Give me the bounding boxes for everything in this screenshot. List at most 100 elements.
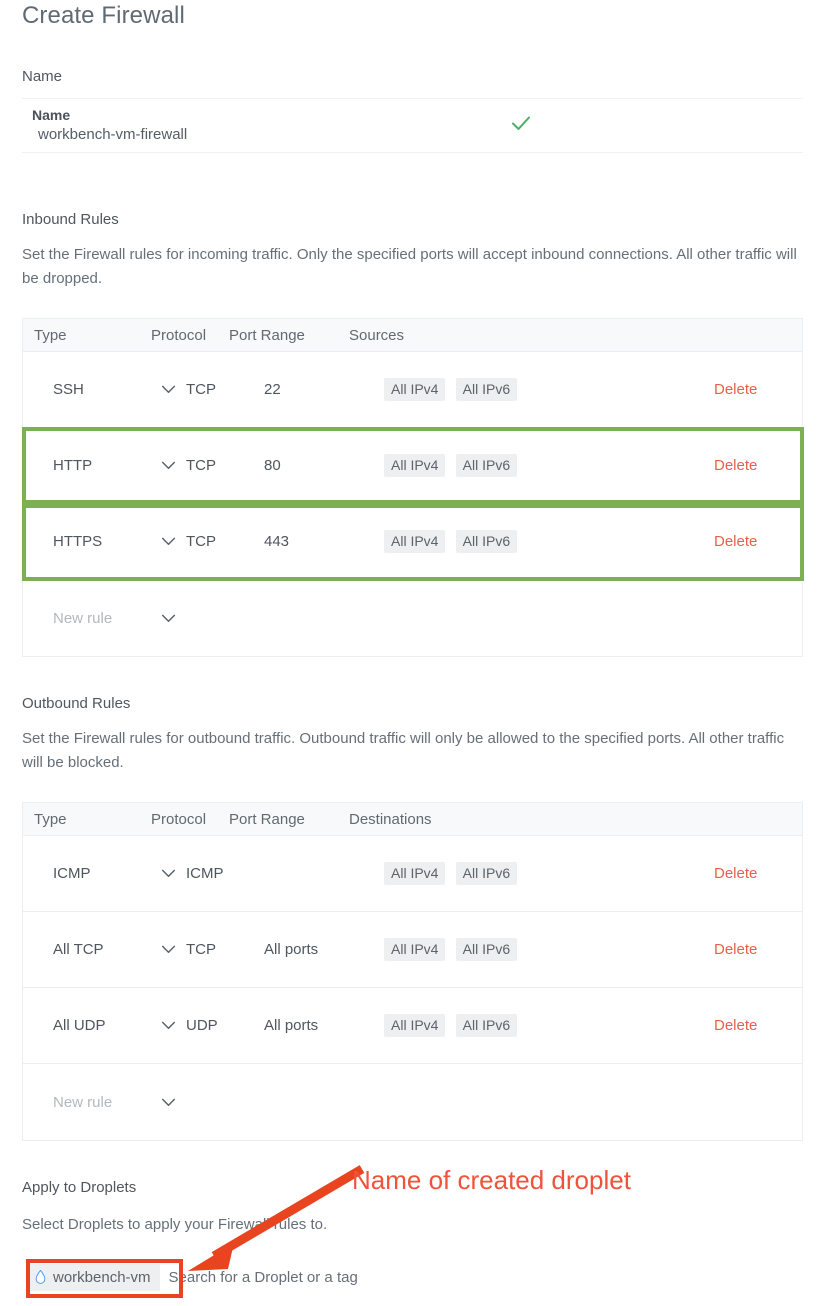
rule-type[interactable]: HTTP (23, 457, 151, 474)
new-rule-label: New rule (53, 609, 113, 627)
source-tag[interactable]: All IPv6 (455, 530, 518, 553)
inbound-rules-table: Type Protocol Port Range Sources SSH TCP… (22, 318, 803, 657)
check-icon (512, 116, 530, 130)
rule-port-range[interactable]: All ports (264, 1017, 384, 1034)
rule-type-dropdown[interactable] (151, 869, 186, 878)
chevron-down-icon (161, 945, 176, 953)
table-row: All UDP UDP All ports All IPv4 All IPv6 … (23, 988, 802, 1064)
droplet-search-placeholder[interactable]: Search for a Droplet or a tag (169, 1269, 358, 1286)
destination-tag[interactable]: All IPv6 (455, 1014, 518, 1037)
rule-sources[interactable]: All IPv4 All IPv6 (384, 454, 714, 477)
source-tag[interactable]: All IPv4 (384, 530, 446, 553)
rule-type[interactable]: All TCP (23, 941, 151, 958)
new-rule-row[interactable]: New rule (23, 1064, 802, 1140)
destination-tag[interactable]: All IPv4 (384, 938, 446, 961)
destination-tag[interactable]: All IPv4 (384, 862, 446, 885)
chevron-down-icon (161, 385, 176, 393)
table-row: SSH TCP 22 All IPv4 All IPv6 Delete (23, 352, 802, 428)
delete-rule-label[interactable]: Delete (714, 941, 757, 958)
rule-protocol: TCP (186, 533, 216, 550)
chevron-down-icon (161, 461, 176, 469)
table-row: ICMP ICMP All IPv4 All IPv6 Delete (23, 836, 802, 912)
outbound-rules-title: Outbound Rules (22, 695, 131, 712)
outbound-rules-table: Type Protocol Port Range Destinations IC… (22, 802, 803, 1141)
source-tag[interactable]: All IPv6 (455, 378, 518, 401)
rule-type[interactable]: HTTPS (23, 533, 151, 550)
rule-destinations[interactable]: All IPv4 All IPv6 (384, 938, 714, 961)
apply-to-droplets-title: Apply to Droplets (22, 1179, 137, 1196)
column-header-port-range: Port Range (229, 326, 305, 344)
chevron-down-icon (161, 614, 176, 622)
column-header-sources: Sources (349, 326, 405, 344)
destination-tag[interactable]: All IPv4 (384, 1014, 446, 1037)
delete-rule-button[interactable]: Delete (714, 865, 802, 882)
rule-port-range[interactable]: 22 (264, 381, 384, 398)
delete-rule-button[interactable]: Delete (714, 1017, 802, 1034)
new-rule-row[interactable]: New rule (23, 580, 802, 656)
firewall-name-field-label: Name (32, 107, 71, 123)
delete-rule-label[interactable]: Delete (714, 533, 757, 550)
name-section-label: Name (22, 68, 63, 85)
rule-protocol: TCP (186, 381, 216, 398)
destination-tag[interactable]: All IPv6 (455, 938, 518, 961)
rule-protocol: UDP (186, 1017, 218, 1034)
table-header-row: Type Protocol Port Range Sources (23, 319, 802, 352)
new-rule-label: New rule (53, 1093, 113, 1111)
table-row: All TCP TCP All ports All IPv4 All IPv6 … (23, 912, 802, 988)
rule-port-range[interactable]: 80 (264, 457, 384, 474)
apply-to-droplets-description: Select Droplets to apply your Firewall r… (22, 1216, 328, 1233)
droplet-chip-label: workbench-vm (53, 1268, 151, 1286)
chevron-down-icon (161, 869, 176, 877)
inbound-rules-description: Set the Firewall rules for incoming traf… (22, 246, 797, 287)
delete-rule-label[interactable]: Delete (714, 381, 757, 398)
rule-type-dropdown[interactable] (151, 537, 186, 546)
column-header-port-range: Port Range (229, 810, 305, 828)
droplet-search-field[interactable]: workbench-vm Search for a Droplet or a t… (28, 1262, 358, 1292)
rule-type-dropdown[interactable] (151, 1021, 186, 1030)
source-tag[interactable]: All IPv4 (384, 454, 446, 477)
delete-rule-button[interactable]: Delete (714, 457, 802, 474)
rule-type-dropdown[interactable] (151, 945, 186, 954)
new-rule-dropdown[interactable] (151, 1098, 186, 1107)
table-row: HTTPS TCP 443 All IPv4 All IPv6 Delete (23, 504, 802, 580)
rule-type[interactable]: ICMP (23, 865, 151, 882)
delete-rule-label[interactable]: Delete (714, 865, 757, 882)
rule-type[interactable]: SSH (23, 381, 151, 398)
rule-port-range[interactable]: 443 (264, 533, 384, 550)
inbound-rules-title: Inbound Rules (22, 211, 119, 228)
rule-sources[interactable]: All IPv4 All IPv6 (384, 378, 714, 401)
column-header-type: Type (34, 810, 67, 828)
delete-rule-button[interactable]: Delete (714, 381, 802, 398)
create-firewall-page: Create Firewall Name Name workbench-vm-f… (0, 0, 830, 1306)
rule-type-dropdown[interactable] (151, 461, 186, 470)
outbound-rules-description: Set the Firewall rules for outbound traf… (22, 730, 785, 771)
delete-rule-label[interactable]: Delete (714, 457, 757, 474)
droplet-chip[interactable]: workbench-vm (28, 1263, 160, 1291)
firewall-name-field[interactable]: Name workbench-vm-firewall (22, 98, 803, 153)
rule-destinations[interactable]: All IPv4 All IPv6 (384, 862, 714, 885)
rule-protocol: TCP (186, 941, 216, 958)
table-header-row: Type Protocol Port Range Destinations (23, 803, 802, 836)
chevron-down-icon (161, 1021, 176, 1029)
annotation-text: Name of created droplet (352, 1165, 631, 1195)
rule-type-dropdown[interactable] (151, 385, 186, 394)
rule-sources[interactable]: All IPv4 All IPv6 (384, 530, 714, 553)
source-tag[interactable]: All IPv4 (384, 378, 446, 401)
rule-port-range[interactable]: All ports (264, 941, 384, 958)
destination-tag[interactable]: All IPv6 (455, 862, 518, 885)
table-row: HTTP TCP 80 All IPv4 All IPv6 Delete (23, 428, 802, 504)
rule-protocol: ICMP (186, 865, 224, 882)
firewall-name-input[interactable]: workbench-vm-firewall (38, 126, 187, 143)
rule-type[interactable]: All UDP (23, 1017, 151, 1034)
delete-rule-button[interactable]: Delete (714, 533, 802, 550)
delete-rule-label[interactable]: Delete (714, 1017, 757, 1034)
column-header-protocol: Protocol (151, 326, 207, 344)
new-rule-dropdown[interactable] (151, 614, 186, 623)
rule-destinations[interactable]: All IPv4 All IPv6 (384, 1014, 714, 1037)
column-header-destinations: Destinations (349, 810, 432, 828)
rule-protocol: TCP (186, 457, 216, 474)
column-header-protocol: Protocol (151, 810, 207, 828)
page-title: Create Firewall (22, 2, 185, 29)
source-tag[interactable]: All IPv6 (455, 454, 518, 477)
delete-rule-button[interactable]: Delete (714, 941, 802, 958)
